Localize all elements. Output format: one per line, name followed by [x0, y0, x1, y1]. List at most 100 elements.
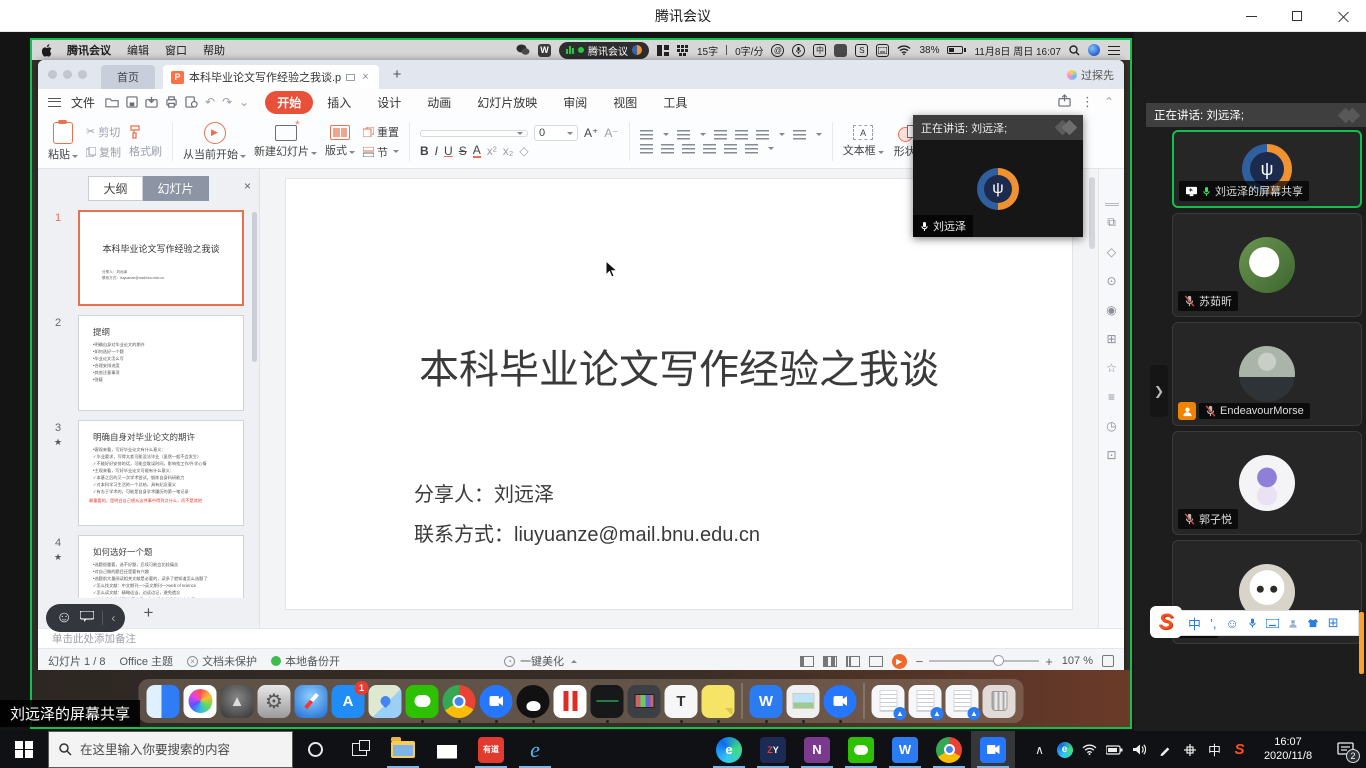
- parallels-icon[interactable]: [554, 685, 587, 718]
- backup-status[interactable]: 本地备份开: [271, 653, 340, 669]
- layers-panel-icon[interactable]: ⊞: [1106, 332, 1116, 346]
- mac-menu-item[interactable]: 编辑: [127, 42, 149, 58]
- wps-dock-icon[interactable]: W: [750, 685, 783, 718]
- strikethrough-button[interactable]: S: [459, 144, 467, 158]
- play-from-current-button[interactable]: ▶ 从当前开始: [183, 118, 246, 165]
- keyboard-menubar-icon[interactable]: [876, 44, 889, 57]
- tab-outline[interactable]: 大纲: [88, 176, 142, 201]
- grid-menubar-icon[interactable]: [677, 45, 689, 56]
- taskbar-internet-explorer[interactable]: e: [513, 731, 557, 768]
- activity-monitor-icon[interactable]: [591, 685, 624, 718]
- taskbar-wechat[interactable]: [839, 731, 883, 768]
- download-panel-icon[interactable]: ◉: [1106, 303, 1116, 317]
- at-menubar-icon[interactable]: @: [771, 44, 784, 57]
- copy-button[interactable]: 复制: [86, 144, 121, 160]
- start-button[interactable]: [0, 731, 48, 768]
- section-button[interactable]: 节: [363, 144, 399, 160]
- mac-menu-item[interactable]: 帮助: [203, 42, 225, 58]
- zoom-slider[interactable]: − +: [916, 654, 1053, 669]
- image-panel-icon[interactable]: ⊡: [1106, 448, 1116, 462]
- ribbon-menu-tab[interactable]: 动画: [415, 91, 463, 114]
- text-direction-icon[interactable]: [756, 130, 769, 140]
- tray-sogou-icon[interactable]: S: [1227, 741, 1252, 758]
- current-slide[interactable]: 本科毕业论文写作经验之我谈 分享人：刘远泽 联系方式：liuyuanze@mai…: [286, 179, 1072, 609]
- history-panel-icon[interactable]: ◷: [1106, 419, 1116, 433]
- trash-icon[interactable]: [983, 685, 1016, 718]
- ribbon-menu-tab[interactable]: 工具: [651, 91, 699, 114]
- slide-thumbnail-3[interactable]: 明确自身对毕业论文的期许 •客观来看，写好毕业论文有什么意义：✓毕业要求，写得太…: [78, 420, 244, 526]
- increase-indent-icon[interactable]: [735, 130, 748, 140]
- add-slide-button[interactable]: +: [144, 603, 154, 623]
- chrome-dock-icon[interactable]: [443, 685, 476, 718]
- toolbox-icon[interactable]: ⊞: [1328, 615, 1339, 631]
- reaction-toolbar[interactable]: ☺ ‹: [46, 604, 125, 632]
- new-slide-button[interactable]: 新建幻灯片: [254, 118, 317, 165]
- redo-icon[interactable]: ↷: [222, 95, 232, 109]
- tab-document[interactable]: P 本科毕业论文写作经验之我谈.p ×: [163, 65, 379, 89]
- ribbon-menu-tab[interactable]: 插入: [315, 91, 363, 114]
- ime-menubar-icon[interactable]: 中: [813, 44, 826, 57]
- tray-expand-icon[interactable]: ∧: [1027, 743, 1052, 757]
- shapes-panel-icon[interactable]: ◇: [1107, 245, 1116, 259]
- bullet-list-icon[interactable]: [640, 130, 653, 140]
- taskbar-file-explorer[interactable]: [381, 731, 425, 768]
- collapse-ribbon-icon[interactable]: ⌃: [1104, 95, 1114, 109]
- reading-view-icon[interactable]: [846, 656, 860, 667]
- undo-icon[interactable]: ↶: [205, 95, 215, 109]
- ribbon-menu-tab[interactable]: 设计: [365, 91, 413, 114]
- notification-center-icon[interactable]: [1108, 46, 1120, 55]
- line-spacing-icon[interactable]: [793, 130, 806, 140]
- taskbar-chrome[interactable]: [927, 731, 971, 768]
- taskbar-wps[interactable]: W: [883, 731, 927, 768]
- tab-slides[interactable]: 幻灯片: [143, 176, 209, 201]
- cut-button[interactable]: ✂ 剪切: [86, 124, 121, 140]
- taskbar-onenote[interactable]: N: [795, 731, 839, 768]
- taskbar-clock[interactable]: 16:07 2020/11/8: [1252, 731, 1324, 768]
- panel-close-icon[interactable]: ×: [244, 179, 251, 193]
- fit-slide-icon[interactable]: [1102, 655, 1114, 667]
- slideshow-play-icon[interactable]: ▶: [892, 654, 907, 669]
- window-split-icon[interactable]: [657, 45, 669, 56]
- canvas-scrollbar[interactable]: [1089, 177, 1095, 249]
- slide-thumbnail-2[interactable]: 提纲 •明确自身对毕业论文的期许•如何选好一个题•毕业论文怎么写•合理安排进度•…: [78, 315, 244, 411]
- drag-handle-icon[interactable]: [1105, 203, 1119, 206]
- tray-pen-icon[interactable]: [1152, 744, 1177, 756]
- number-list-icon[interactable]: [677, 130, 690, 140]
- more-fileops-icon[interactable]: ⌄: [239, 95, 249, 109]
- ribbon-menu-tab[interactable]: 开始: [265, 91, 313, 114]
- normal-view-icon[interactable]: [800, 656, 814, 667]
- slide-thumbnail-4[interactable]: 如何选好一个题 •选题很重要，选不好题，后续可能会比较痛苦•对自己做的题目还是要…: [78, 535, 244, 598]
- emoji-icon[interactable]: ☺: [56, 609, 72, 627]
- speaker-overlay-window[interactable]: 正在讲话: 刘远泽; ψ 刘远泽: [913, 115, 1083, 237]
- align-right-icon[interactable]: [682, 144, 695, 154]
- cortana-button[interactable]: [293, 731, 337, 768]
- print-icon[interactable]: [165, 96, 178, 108]
- font-family-combo[interactable]: [420, 130, 528, 137]
- tencent-meeting-dock-icon[interactable]: [480, 685, 513, 718]
- sogou-menubar-icon[interactable]: S: [855, 44, 868, 57]
- font-size-combo[interactable]: 0: [534, 125, 578, 141]
- photos-icon[interactable]: [184, 685, 217, 718]
- taskbar-youdao[interactable]: 有道: [469, 731, 513, 768]
- export-icon[interactable]: [145, 96, 158, 108]
- participant-tile[interactable]: EndeavourMorse: [1172, 322, 1362, 426]
- traffic-lights[interactable]: [48, 70, 87, 79]
- underline-button[interactable]: U: [444, 144, 453, 158]
- participant-tile[interactable]: 郭子悦: [1172, 431, 1362, 535]
- photo-booth-icon[interactable]: [628, 685, 661, 718]
- account-ime-icon[interactable]: [1288, 618, 1298, 629]
- ime-mode-label[interactable]: 中: [1188, 614, 1201, 633]
- tray-volume-icon[interactable]: [1127, 744, 1152, 755]
- justify-icon[interactable]: [703, 144, 716, 154]
- print-preview-icon[interactable]: [185, 96, 198, 108]
- doc-stack-icon-3[interactable]: ▲: [946, 685, 979, 718]
- app-store-icon[interactable]: A1: [332, 685, 365, 718]
- preview-icon[interactable]: [787, 685, 820, 718]
- taskbar-tencent-meeting[interactable]: [971, 731, 1015, 768]
- minimize-button[interactable]: [1228, 0, 1274, 32]
- pin-icon[interactable]: [346, 74, 355, 81]
- taskbar-edge[interactable]: e: [707, 731, 751, 768]
- qq-icon[interactable]: [517, 685, 550, 718]
- spotlight-icon[interactable]: [1069, 45, 1080, 56]
- theme-name[interactable]: Office 主题: [119, 653, 173, 669]
